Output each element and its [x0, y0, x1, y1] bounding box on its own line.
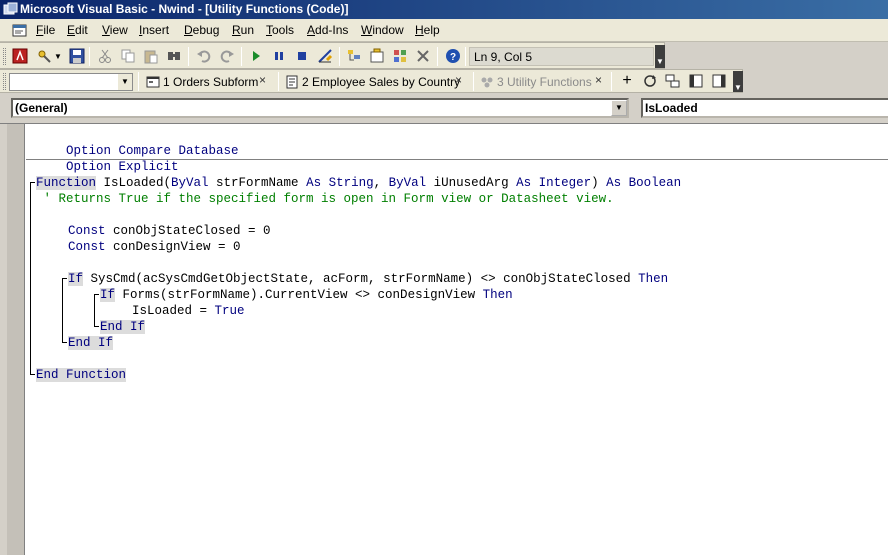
help-icon[interactable]: ?: [444, 47, 462, 65]
paste-icon[interactable]: [142, 47, 160, 65]
procedure-combo[interactable]: IsLoaded: [641, 98, 888, 118]
design-mode-icon[interactable]: [316, 47, 334, 65]
run-icon[interactable]: [247, 47, 265, 65]
code-line-end-if-outer: End If: [68, 336, 114, 350]
tab-employee-sales-by-country[interactable]: 2 Employee Sales by Country: [285, 73, 460, 91]
object-browser-icon[interactable]: [391, 47, 409, 65]
split-right-icon[interactable]: [710, 72, 728, 90]
window-title: Microsoft Visual Basic - Nwind - [Utilit…: [20, 2, 349, 16]
title-bar: Microsoft Visual Basic - Nwind - [Utilit…: [0, 0, 888, 19]
report-icon: [286, 75, 298, 89]
if-block-bracket: [62, 278, 63, 343]
toolbar-grip[interactable]: [3, 48, 6, 65]
menu-file[interactable]: File: [36, 23, 55, 37]
new-tab-plus-icon[interactable]: +: [618, 72, 636, 90]
access-view-icon[interactable]: [11, 47, 29, 65]
break-icon[interactable]: [270, 47, 288, 65]
tile-windows-icon[interactable]: [664, 72, 682, 90]
insert-dropdown-icon[interactable]: ▼: [53, 47, 63, 65]
undo-icon[interactable]: [195, 47, 213, 65]
code-line-if-forms: If Forms(strFormName).CurrentView <> con…: [100, 288, 513, 302]
find-icon[interactable]: [165, 47, 183, 65]
menu-add-ins[interactable]: Add-Ins: [307, 23, 348, 37]
tabs-combo[interactable]: ▼: [9, 73, 133, 91]
menu-edit[interactable]: Edit: [67, 23, 88, 37]
menu-help[interactable]: Help: [415, 23, 440, 37]
toolbox-icon[interactable]: [414, 47, 432, 65]
function-block-bracket: [30, 182, 31, 375]
toolbar-options-chevron[interactable]: ▼: [655, 45, 665, 68]
close-tab-orders-subform-icon[interactable]: ×: [259, 73, 266, 87]
code-line-isloaded-true: IsLoaded = True: [132, 304, 245, 318]
close-tab-utility-functions-icon[interactable]: ×: [595, 73, 602, 87]
margin-indicator-bar[interactable]: [0, 124, 25, 555]
code-editor[interactable]: Option Compare Database Option Explicit …: [0, 123, 888, 555]
properties-icon[interactable]: [368, 47, 386, 65]
menu-run[interactable]: Run: [232, 23, 254, 37]
menu-bar: File Edit View Insert Debug Run Tools Ad…: [0, 19, 888, 42]
code-line-const-closed: Const conObjStateClosed = 0: [68, 224, 271, 238]
toolbar2-grip[interactable]: [3, 73, 6, 90]
menu-window[interactable]: Window: [361, 23, 404, 37]
close-tab-employee-sales-icon[interactable]: ×: [455, 73, 462, 87]
insert-module-icon[interactable]: [35, 47, 53, 65]
menu-view[interactable]: View: [102, 23, 128, 37]
form-icon: [146, 76, 160, 88]
tab-orders-subform[interactable]: 1 Orders Subform: [146, 73, 258, 91]
code-line-comment: ' Returns True if the specified form is …: [36, 192, 614, 206]
cursor-position-label: Ln 9, Col 5: [469, 47, 654, 66]
copy-icon[interactable]: [119, 47, 137, 65]
procedure-separator: [26, 159, 888, 160]
menu-tools[interactable]: Tools: [266, 23, 294, 37]
chevron-down-icon[interactable]: ▼: [611, 100, 627, 116]
code-line-end-function: End Function: [36, 368, 127, 382]
code-line-if-syscmd: If SysCmd(acSysCmdGetObjectState, acForm…: [68, 272, 669, 286]
inner-if-block-bracket: [94, 294, 95, 327]
svg-text:?: ?: [450, 52, 456, 63]
cut-icon[interactable]: [96, 47, 114, 65]
project-explorer-icon[interactable]: [345, 47, 363, 65]
toolbar2-options-chevron[interactable]: ▼: [733, 71, 743, 92]
chevron-down-icon[interactable]: ▼: [118, 74, 132, 90]
module-icon: [481, 77, 493, 88]
standard-toolbar: ▼ ? Ln 9, Col 5 ▼: [0, 42, 665, 69]
vba-app-icon: [3, 2, 18, 15]
save-icon[interactable]: [68, 47, 86, 65]
menu-insert[interactable]: Insert: [139, 23, 169, 37]
code-window-header: (General) ▼ IsLoaded: [0, 93, 888, 123]
object-combo[interactable]: (General) ▼: [11, 98, 629, 118]
tab-utility-functions[interactable]: 3 Utility Functions: [480, 73, 592, 91]
code-line-function: Function IsLoaded(ByVal strFormName As S…: [36, 176, 682, 190]
menu-debug[interactable]: Debug: [184, 23, 219, 37]
code-line-end-if-inner: End If: [100, 320, 146, 334]
reset-icon[interactable]: [293, 47, 311, 65]
tabs-toolbar: ▼ 1 Orders Subform × 2 Employee Sales by…: [0, 69, 743, 93]
sync-icon[interactable]: [641, 72, 659, 90]
split-vertical-icon[interactable]: [687, 72, 705, 90]
redo-icon[interactable]: [218, 47, 236, 65]
code-line-const-design: Const conDesignView = 0: [68, 240, 241, 254]
code-window-icon[interactable]: [12, 23, 27, 38]
